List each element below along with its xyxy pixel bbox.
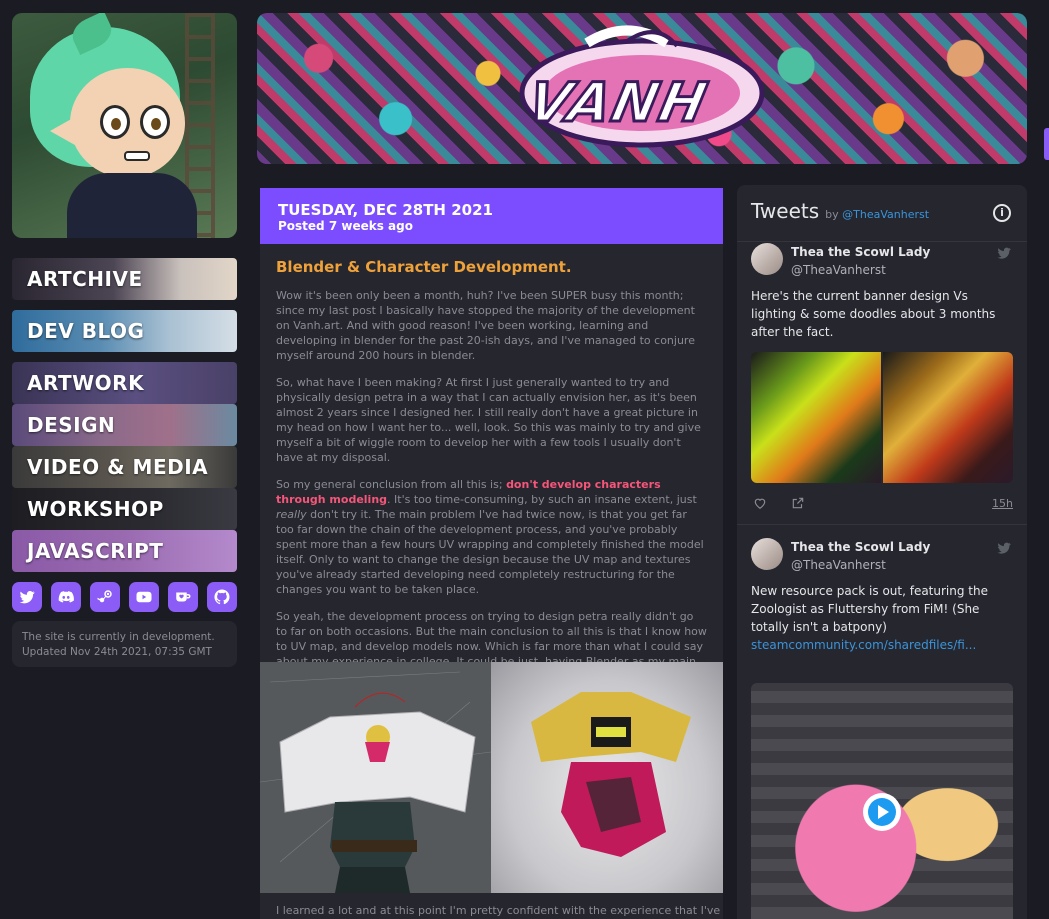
post-emphasis: really: [276, 508, 307, 521]
info-icon[interactable]: i: [993, 204, 1011, 222]
post-render-images: [260, 662, 723, 893]
avatar-body: [67, 173, 197, 238]
nav-artwork[interactable]: ARTWORK: [12, 362, 237, 404]
post-paragraph: Wow it's been only been a month, huh? I'…: [276, 289, 695, 362]
avatar-left-eye: [100, 105, 130, 139]
dev-status-note: The site is currently in development. Up…: [12, 621, 237, 667]
dev-status-line: The site is currently in development.: [22, 631, 215, 643]
render-wireframe-image[interactable]: [260, 662, 491, 893]
twitter-timeline: Tweets by @TheaVanherst i Thea the Scowl…: [737, 185, 1027, 919]
post-paragraph: So, what have I been making? At first I …: [276, 376, 701, 464]
tweet-media-image[interactable]: [883, 352, 1013, 483]
nav-artchive[interactable]: ARTCHIVE: [12, 258, 237, 300]
nav-video-media-label: VIDEO & MEDIA: [27, 455, 209, 479]
nav-dev-blog-label: DEV BLOG: [27, 319, 145, 343]
post-posted-ago: Posted 7 weeks ago: [278, 219, 413, 233]
timeline-by-label: by: [825, 208, 839, 221]
tweet-avatar[interactable]: [751, 243, 783, 275]
nav-javascript[interactable]: JAVASCRIPT: [12, 530, 237, 572]
render-pixel-image[interactable]: [491, 662, 723, 893]
timeline-divider: [737, 524, 1027, 525]
nav-artchive-label: ARTCHIVE: [27, 267, 143, 291]
github-icon[interactable]: [207, 582, 237, 612]
nav-workshop[interactable]: WORKSHOP: [12, 488, 237, 530]
discord-icon[interactable]: [51, 582, 81, 612]
blog-post: TUESDAY, DEC 28TH 2021 Posted 7 weeks ag…: [260, 188, 723, 919]
timeline-header: Tweets by @TheaVanherst: [751, 199, 929, 223]
social-links: [12, 582, 237, 612]
tweet-text: New resource pack is out, featuring the …: [751, 584, 988, 634]
tweet-video-thumbnail[interactable]: [751, 683, 1013, 919]
post-text: . It's too time-consuming, by such an in…: [387, 493, 697, 506]
tweet-actions: 15h: [751, 494, 1013, 514]
post-header: TUESDAY, DEC 28TH 2021 Posted 7 weeks ag…: [260, 188, 723, 244]
heart-icon[interactable]: [753, 496, 767, 510]
post-title: Blender & Character Development.: [276, 258, 572, 276]
avatar-ear: [50, 113, 82, 149]
nav-workshop-label: WORKSHOP: [27, 497, 164, 521]
nav-javascript-label: JAVASCRIPT: [27, 539, 164, 563]
twitter-bird-icon[interactable]: [995, 245, 1013, 261]
tweet-timestamp[interactable]: 15h: [992, 497, 1013, 510]
tweet-author-handle[interactable]: @TheaVanherst: [791, 558, 886, 572]
post-text: don't try it. The main problem I've had …: [276, 508, 704, 596]
tweet[interactable]: Thea the Scowl Lady @TheaVanherst New re…: [751, 538, 1013, 668]
kofi-icon[interactable]: [168, 582, 198, 612]
steam-icon[interactable]: [90, 582, 120, 612]
tweet[interactable]: Thea the Scowl Lady @TheaVanherst Here's…: [751, 243, 1013, 343]
nav-design-label: DESIGN: [27, 413, 116, 437]
tweet-media-image[interactable]: [751, 352, 881, 483]
tweet-avatar[interactable]: [751, 538, 783, 570]
tweet-text: Here's the current banner design Vs ligh…: [751, 289, 996, 339]
nav-design[interactable]: DESIGN: [12, 404, 237, 446]
side-tab[interactable]: [1044, 128, 1049, 160]
timeline-divider: [737, 241, 1027, 242]
avatar-mouth: [124, 151, 150, 161]
play-icon[interactable]: [863, 793, 901, 831]
header-banner[interactable]: VANH: [257, 13, 1027, 164]
post-continued-text: I learned a lot and at this point I'm pr…: [276, 904, 721, 917]
play-icon-inner: [868, 798, 896, 826]
render-pixel-figure: [531, 692, 691, 857]
twitter-bird-icon[interactable]: [995, 540, 1013, 556]
timeline-by: by @TheaVanherst: [825, 208, 929, 221]
site-logo-wordmark: VANH: [521, 70, 716, 136]
tweet-link[interactable]: steamcommunity.com/sharedfiles/fi...: [751, 636, 1013, 654]
dev-updated-line: Updated Nov 24th 2021, 07:35 GMT: [22, 646, 212, 658]
post-body: Blender & Character Development. Wow it'…: [260, 244, 723, 714]
timeline-handle-link[interactable]: @TheaVanherst: [842, 208, 929, 221]
tweet-text-block: New resource pack is out, featuring the …: [751, 582, 1013, 654]
post-date: TUESDAY, DEC 28TH 2021: [278, 201, 493, 219]
twitter-icon[interactable]: [12, 582, 42, 612]
nav-video-media[interactable]: VIDEO & MEDIA: [12, 446, 237, 488]
profile-avatar: [12, 13, 237, 238]
nav-artwork-label: ARTWORK: [27, 371, 145, 395]
timeline-title: Tweets: [751, 199, 820, 223]
post-paragraph-conclusion: So my general conclusion from all this i…: [276, 477, 707, 597]
tweet-author-name[interactable]: Thea the Scowl Lady: [791, 245, 930, 259]
tweet-media-gallery[interactable]: [751, 352, 1013, 483]
tweet-author-handle[interactable]: @TheaVanherst: [791, 263, 886, 277]
youtube-icon[interactable]: [129, 582, 159, 612]
share-icon[interactable]: [791, 496, 805, 510]
tweet-author-name[interactable]: Thea the Scowl Lady: [791, 540, 930, 554]
post-text: So my general conclusion from all this i…: [276, 478, 507, 491]
render-wireframe-figure: [260, 662, 491, 893]
avatar-right-eye: [140, 105, 170, 139]
nav-dev-blog[interactable]: DEV BLOG: [12, 310, 237, 352]
